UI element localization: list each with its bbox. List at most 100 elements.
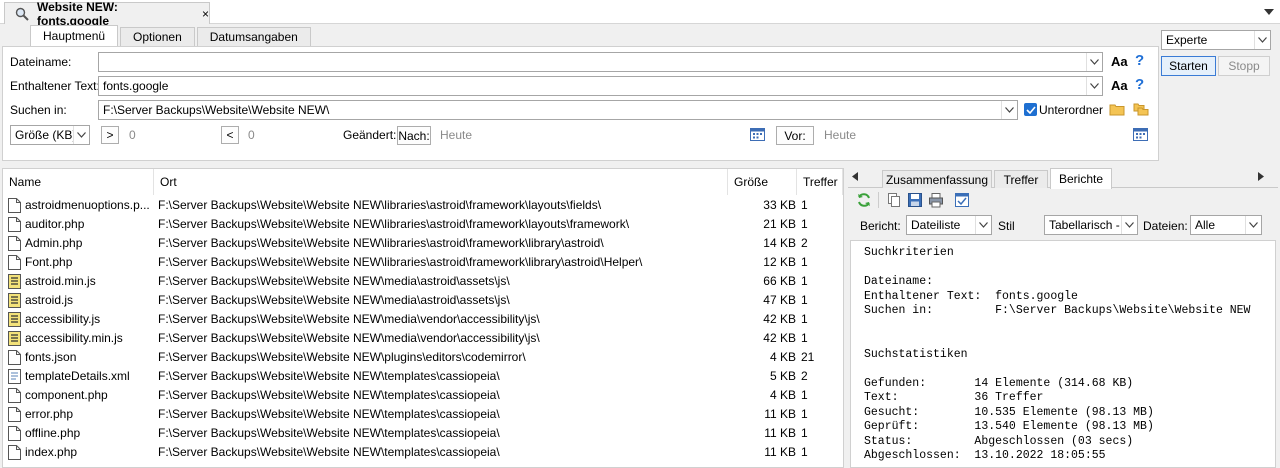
cell-size: 4 KB bbox=[769, 388, 796, 402]
filename-input[interactable] bbox=[98, 52, 1103, 72]
less-than-button[interactable]: < bbox=[221, 126, 239, 144]
report-settings-icon[interactable] bbox=[954, 192, 970, 208]
subfolders-label: Unterordner bbox=[1039, 103, 1104, 117]
report-view[interactable]: Suchkriterien Dateiname: Enthaltener Text:… bbox=[850, 240, 1276, 468]
before-date-value[interactable]: Heute bbox=[824, 128, 856, 142]
after-date-value[interactable]: Heute bbox=[440, 128, 472, 142]
tab-berichte[interactable]: Berichte bbox=[1050, 168, 1112, 189]
size-select[interactable]: Größe (KB) bbox=[10, 125, 90, 145]
search-in-input[interactable]: F:\Server Backups\Website\Website NEW\ bbox=[98, 100, 1018, 120]
files-select[interactable]: Alle bbox=[1190, 215, 1262, 235]
table-row[interactable]: Admin.php F:\Server Backups\Website\Websi… bbox=[3, 234, 843, 253]
cell-size: 4 KB bbox=[769, 350, 796, 364]
after-button[interactable]: Nach: bbox=[397, 126, 431, 145]
before-button[interactable]: Vor: bbox=[776, 126, 814, 145]
cell-size: 11 KB bbox=[764, 445, 796, 459]
column-header-location[interactable]: Ort bbox=[154, 169, 728, 195]
main-subtabs: Hauptmenü Optionen Datumsangaben bbox=[30, 25, 313, 46]
file-icon bbox=[8, 198, 21, 213]
table-row[interactable]: fonts.json F:\Server Backups\Website\Webs… bbox=[3, 348, 843, 367]
file-icon bbox=[8, 407, 21, 422]
tab-treffer[interactable]: Treffer bbox=[994, 170, 1048, 188]
column-header-name[interactable]: Name bbox=[3, 169, 154, 195]
match-case-icon[interactable]: Aa bbox=[1111, 54, 1128, 69]
cell-hits: 2 bbox=[801, 236, 808, 250]
cell-size: 11 KB bbox=[764, 426, 796, 440]
cell-size: 21 KB bbox=[763, 217, 796, 231]
table-row[interactable]: auditor.php F:\Server Backups\Website\Web… bbox=[3, 215, 843, 234]
chevron-down-icon[interactable] bbox=[975, 216, 991, 234]
tab-datumsangaben[interactable]: Datumsangaben bbox=[196, 27, 311, 46]
table-row[interactable]: astroidmenuoptions.p... F:\Server Backups… bbox=[3, 196, 843, 215]
cell-hits: 1 bbox=[801, 445, 808, 459]
report-tabs: Zusammenfassung Treffer Berichte bbox=[848, 168, 1278, 189]
chevron-down-icon[interactable] bbox=[1245, 216, 1261, 234]
table-row[interactable]: index.php F:\Server Backups\Website\Websi… bbox=[3, 443, 843, 462]
table-row[interactable]: Font.php F:\Server Backups\Website\Websit… bbox=[3, 253, 843, 272]
cell-location: F:\Server Backups\Website\Website NEW\li… bbox=[158, 198, 602, 212]
table-row[interactable]: offline.php F:\Server Backups\Website\Web… bbox=[3, 424, 843, 443]
chevron-down-icon[interactable] bbox=[1086, 77, 1102, 95]
cell-name: auditor.php bbox=[25, 217, 85, 231]
cell-size: 14 KB bbox=[763, 236, 796, 250]
report-line: Abgeschlossen: 13.10.2022 18:05:55 bbox=[864, 449, 1106, 462]
cell-size: 47 KB bbox=[763, 293, 796, 307]
calendar-icon[interactable] bbox=[750, 127, 765, 141]
document-tab-title: Website NEW: fonts.google bbox=[37, 0, 118, 28]
cell-name: index.php bbox=[25, 445, 78, 459]
table-row[interactable]: error.php F:\Server Backups\Website\Websi… bbox=[3, 405, 843, 424]
cell-name: astroid.js bbox=[25, 293, 74, 307]
stop-button[interactable]: Stopp bbox=[1218, 56, 1270, 76]
style-select[interactable]: Tabellarisch - T bbox=[1044, 215, 1138, 235]
tab-list-dropdown-icon[interactable] bbox=[1262, 5, 1276, 19]
folder-options-icon[interactable] bbox=[1133, 102, 1149, 116]
filename-label: Dateiname: bbox=[10, 55, 72, 69]
subfolders-checkbox[interactable] bbox=[1024, 103, 1037, 116]
match-case-icon[interactable]: Aa bbox=[1111, 78, 1128, 93]
file-icon bbox=[8, 350, 21, 365]
calendar-icon[interactable] bbox=[1133, 127, 1148, 141]
report-type-label: Bericht: bbox=[860, 219, 901, 233]
help-icon[interactable]: ? bbox=[1135, 52, 1144, 69]
cell-hits: 21 bbox=[801, 350, 815, 364]
greater-than-value[interactable]: 0 bbox=[129, 128, 136, 142]
tab-optionen[interactable]: Optionen bbox=[120, 27, 195, 46]
tab-hauptmenu[interactable]: Hauptmenü bbox=[30, 25, 119, 46]
cell-size: 42 KB bbox=[763, 331, 796, 345]
table-row[interactable]: accessibility.min.js F:\Server Backups\We… bbox=[3, 329, 843, 348]
document-tab[interactable]: Website NEW: fonts.google × bbox=[4, 0, 210, 28]
print-icon[interactable] bbox=[928, 192, 944, 208]
table-row[interactable]: astroid.min.js F:\Server Backups\Website\… bbox=[3, 272, 843, 291]
chevron-down-icon[interactable] bbox=[73, 126, 89, 144]
contained-text-input[interactable]: fonts.google bbox=[98, 76, 1103, 96]
cell-hits: 1 bbox=[801, 274, 808, 288]
table-row[interactable]: templateDetails.xml F:\Server Backups\Web… bbox=[3, 367, 843, 386]
copy-icon[interactable] bbox=[886, 192, 902, 208]
chevron-down-icon[interactable] bbox=[1254, 31, 1270, 49]
chevron-down-icon[interactable] bbox=[1001, 101, 1017, 119]
report-type-select[interactable]: Dateiliste bbox=[906, 215, 992, 235]
mode-select[interactable]: Experte bbox=[1161, 30, 1271, 50]
report-line: Status: Abgeschlossen (03 secs) bbox=[864, 434, 1134, 448]
scroll-right-icon[interactable] bbox=[1258, 172, 1264, 181]
start-button[interactable]: Starten bbox=[1161, 56, 1216, 76]
less-than-value[interactable]: 0 bbox=[248, 128, 255, 142]
table-row[interactable]: component.php F:\Server Backups\Website\W… bbox=[3, 386, 843, 405]
save-icon[interactable] bbox=[907, 192, 923, 208]
refresh-icon[interactable] bbox=[856, 192, 872, 208]
greater-than-button[interactable]: > bbox=[101, 126, 119, 144]
folder-icon[interactable] bbox=[1109, 102, 1125, 116]
table-row[interactable]: astroid.js F:\Server Backups\Website\Webs… bbox=[3, 291, 843, 310]
help-icon[interactable]: ? bbox=[1135, 76, 1144, 93]
close-icon[interactable]: × bbox=[202, 7, 209, 21]
column-header-size[interactable]: Größe bbox=[728, 169, 797, 195]
tab-zusammenfassung[interactable]: Zusammenfassung bbox=[882, 170, 992, 188]
column-header-hits[interactable]: Treffer bbox=[797, 169, 843, 195]
cell-hits: 1 bbox=[801, 388, 808, 402]
cell-name: error.php bbox=[25, 407, 74, 421]
chevron-down-icon[interactable] bbox=[1121, 216, 1137, 234]
chevron-down-icon[interactable] bbox=[1086, 53, 1102, 71]
table-row[interactable]: accessibility.js F:\Server Backups\Websit… bbox=[3, 310, 843, 329]
scroll-left-icon[interactable] bbox=[852, 172, 858, 181]
cell-hits: 1 bbox=[801, 217, 808, 231]
